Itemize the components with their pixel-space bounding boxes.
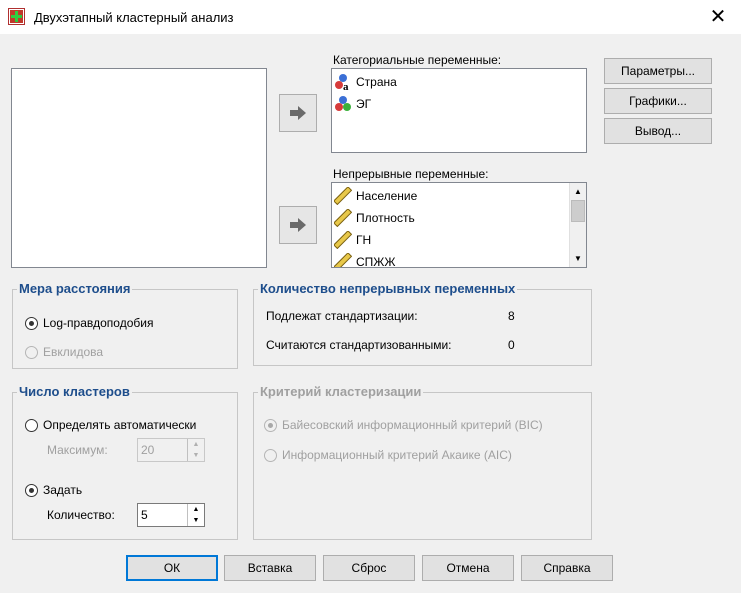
standardized-label: Считаются стандартизованными:	[266, 338, 452, 352]
continuous-list[interactable]: Население Плотность ГН СПЖЖ ▲ ▼	[331, 182, 587, 268]
auto-clusters-radio[interactable]: Определять автоматически	[25, 418, 196, 432]
radio-empty-icon	[25, 418, 38, 432]
source-variable-list[interactable]	[11, 68, 267, 268]
move-to-categorical-button[interactable]	[279, 94, 317, 132]
window-title: Двухэтапный кластерный анализ	[34, 10, 234, 25]
output-button[interactable]: Вывод...	[604, 118, 712, 144]
scale-variable-icon	[334, 187, 352, 205]
spin-down-icon[interactable]: ▼	[188, 450, 204, 461]
max-clusters-value: 20	[141, 443, 155, 457]
parameters-button[interactable]: Параметры...	[604, 58, 712, 84]
reset-button[interactable]: Сброс	[323, 555, 415, 581]
list-item-label: Плотность	[356, 211, 415, 225]
bic-radio[interactable]: Байесовский информационный критерий (BIC…	[264, 418, 543, 432]
standardize-value: 8	[508, 309, 515, 323]
radio-empty-icon	[264, 448, 277, 462]
list-item[interactable]: ЭГ	[334, 94, 371, 114]
scale-variable-icon	[334, 209, 352, 227]
list-item[interactable]: СПЖЖ	[334, 252, 396, 268]
list-item-label: ЭГ	[356, 97, 372, 111]
scale-variable-icon	[334, 253, 352, 267]
standardized-value: 0	[508, 338, 515, 352]
cluster-count-spinner[interactable]: 5 ▲ ▼	[137, 503, 205, 527]
continuous-label: Непрерывные переменные:	[333, 167, 489, 181]
max-label: Максимум:	[47, 443, 108, 457]
app-icon	[8, 8, 25, 25]
scale-variable-icon	[334, 231, 352, 249]
arrow-right-icon	[290, 218, 306, 232]
aic-radio[interactable]: Информационный критерий Акаике (AIC)	[264, 448, 512, 462]
svg-text:a: a	[343, 81, 349, 91]
radio-selected-icon	[25, 483, 38, 497]
distance-group: Мера расстояния Log-правдоподобия Евклид…	[12, 281, 238, 369]
title-bar: Двухэтапный кластерный анализ ✕	[0, 0, 741, 34]
criterion-group-title: Критерий кластеризации	[258, 384, 424, 399]
count-label: Количество:	[47, 508, 115, 522]
radio-selected-icon	[25, 316, 38, 330]
close-button[interactable]: ✕	[695, 0, 741, 34]
close-icon: ✕	[709, 6, 727, 28]
cancel-button[interactable]: Отмена	[422, 555, 514, 581]
criterion-group: Критерий кластеризации Байесовский инфор…	[253, 384, 592, 540]
cluster-count-value[interactable]: 5	[138, 504, 187, 526]
euclid-radio[interactable]: Евклидова	[25, 345, 103, 359]
spin-up-icon[interactable]: ▲	[188, 439, 204, 450]
clusters-group: Число кластеров Определять автоматически…	[12, 384, 238, 540]
list-item-label: СПЖЖ	[356, 255, 396, 268]
nominal-variable-icon	[335, 96, 351, 111]
spin-down-icon[interactable]: ▼	[188, 515, 204, 526]
clusters-group-title: Число кластеров	[17, 384, 132, 399]
spin-up-icon[interactable]: ▲	[188, 504, 204, 515]
loglik-radio[interactable]: Log-правдоподобия	[25, 316, 153, 330]
categorical-list[interactable]: a Страна ЭГ	[331, 68, 587, 153]
list-item[interactable]: Плотность	[334, 208, 415, 228]
scroll-up-button[interactable]: ▲	[570, 183, 586, 200]
max-clusters-spinner[interactable]: 20 ▲ ▼	[137, 438, 205, 462]
move-to-continuous-button[interactable]	[279, 206, 317, 244]
continuous-count-title: Количество непрерывных переменных	[258, 281, 518, 296]
continuous-count-group: Количество непрерывных переменных Подлеж…	[253, 281, 592, 366]
ok-button[interactable]: ОК	[126, 555, 218, 581]
standardize-label: Подлежат стандартизации:	[266, 309, 418, 323]
list-item[interactable]: Население	[334, 186, 417, 206]
list-item[interactable]: a Страна	[334, 72, 397, 92]
nominal-variable-icon: a	[335, 74, 349, 91]
radio-empty-icon	[25, 345, 38, 359]
scroll-down-button[interactable]: ▼	[570, 250, 586, 267]
help-button[interactable]: Справка	[521, 555, 613, 581]
paste-button[interactable]: Вставка	[224, 555, 316, 581]
distance-group-title: Мера расстояния	[17, 281, 133, 296]
list-item[interactable]: ГН	[334, 230, 371, 250]
fixed-clusters-radio[interactable]: Задать	[25, 483, 82, 497]
arrow-right-icon	[290, 106, 306, 120]
categorical-label: Категориальные переменные:	[333, 53, 502, 67]
scroll-thumb[interactable]	[571, 200, 585, 222]
list-item-label: Население	[356, 189, 418, 203]
list-item-label: Страна	[356, 75, 397, 89]
vertical-scrollbar[interactable]: ▲ ▼	[569, 183, 586, 267]
charts-button[interactable]: Графики...	[604, 88, 712, 114]
radio-selected-icon	[264, 418, 277, 432]
list-item-label: ГН	[356, 233, 372, 247]
